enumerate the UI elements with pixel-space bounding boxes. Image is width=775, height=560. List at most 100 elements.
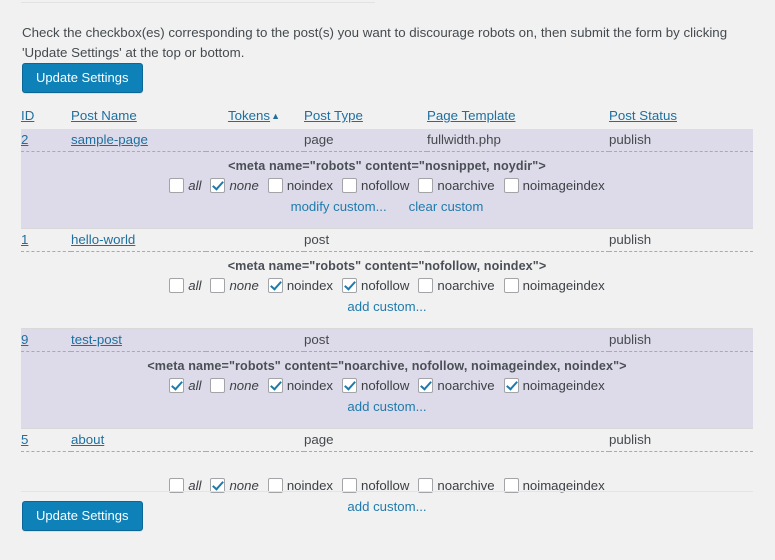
- post-id-link[interactable]: 9: [21, 332, 28, 347]
- checkbox-label-all: all: [188, 278, 202, 293]
- table-row: 5 about page publish: [21, 428, 753, 452]
- checkbox-noindex[interactable]: [267, 378, 283, 393]
- checkbox-label-noarchive: noarchive: [437, 178, 495, 193]
- token-noindex[interactable]: noindex: [267, 278, 334, 293]
- cell-page-template: [427, 228, 609, 252]
- custom-links-group: add custom...: [21, 393, 753, 414]
- checkbox-noimageindex[interactable]: [503, 378, 519, 393]
- top-divider: [21, 2, 375, 3]
- token-noindex[interactable]: noindex: [267, 178, 333, 193]
- checkbox-none[interactable]: [210, 278, 226, 293]
- token-noimageindex[interactable]: noimageindex: [503, 378, 605, 393]
- cell-post-type: post: [304, 328, 427, 352]
- checkbox-noarchive[interactable]: [418, 278, 434, 293]
- token-nofollow[interactable]: nofollow: [342, 278, 409, 293]
- token-all[interactable]: all: [169, 378, 201, 393]
- checkbox-label-all: all: [188, 378, 202, 393]
- robots-token-checkbox-group: all none noindex nofollow noarchive noimagein…: [21, 277, 753, 293]
- token-noimageindex[interactable]: noimageindex: [503, 178, 605, 193]
- token-noindex[interactable]: noindex: [267, 378, 333, 393]
- token-noarchive[interactable]: noarchive: [418, 178, 495, 193]
- sort-link-page-template[interactable]: Page Template: [427, 108, 515, 123]
- token-none[interactable]: none: [210, 278, 259, 293]
- token-all[interactable]: all: [169, 278, 201, 293]
- checkbox-noindex[interactable]: [267, 278, 283, 293]
- cell-post-status: publish: [609, 129, 753, 152]
- posts-table-header: ID Post Name Tokens▲ Post Type Page Temp…: [21, 105, 753, 129]
- sort-link-id[interactable]: ID: [21, 108, 34, 123]
- update-settings-bottom-wrap: Update Settings: [22, 501, 143, 531]
- checkbox-label-none: none: [229, 378, 259, 393]
- cell-post-status: publish: [609, 228, 753, 252]
- sort-link-post-name[interactable]: Post Name: [71, 108, 137, 123]
- token-none[interactable]: none: [210, 378, 259, 393]
- checkbox-noindex[interactable]: [267, 178, 283, 193]
- checkbox-none[interactable]: [210, 178, 226, 193]
- token-nofollow[interactable]: nofollow: [342, 378, 409, 393]
- table-row: 9 test-post post publish: [21, 328, 753, 352]
- checkbox-all[interactable]: [169, 378, 185, 393]
- update-settings-top-wrap: Update Settings: [22, 63, 143, 93]
- checkbox-label-noimageindex: noimageindex: [522, 278, 605, 293]
- checkbox-label-nofollow: nofollow: [361, 378, 410, 393]
- sort-link-post-status[interactable]: Post Status: [609, 108, 677, 123]
- bottom-divider: [21, 491, 753, 492]
- add-custom-link[interactable]: add custom...: [347, 499, 426, 514]
- cell-tokens: [206, 228, 304, 252]
- checkbox-noimageindex[interactable]: [503, 178, 519, 193]
- sort-link-post-type[interactable]: Post Type: [304, 108, 363, 123]
- add-custom-link[interactable]: add custom...: [347, 399, 426, 414]
- checkbox-nofollow[interactable]: [342, 278, 358, 293]
- checkbox-noarchive[interactable]: [418, 178, 434, 193]
- posts-table-body: 2 sample-page page fullwidth.php publish <met…: [21, 129, 753, 528]
- post-name-link[interactable]: about: [71, 432, 104, 447]
- posts-table: ID Post Name Tokens▲ Post Type Page Temp…: [21, 105, 753, 528]
- cell-id: 9: [21, 328, 71, 352]
- custom-links-group: add custom...: [21, 293, 753, 314]
- checkbox-nofollow[interactable]: [342, 178, 358, 193]
- checkbox-noimageindex[interactable]: [503, 278, 519, 293]
- token-none[interactable]: none: [210, 178, 259, 193]
- token-nofollow[interactable]: nofollow: [342, 178, 409, 193]
- post-name-link[interactable]: test-post: [71, 332, 122, 347]
- robots-settings-page: Check the checkbox(es) corresponding to …: [0, 0, 775, 560]
- checkbox-all[interactable]: [169, 278, 185, 293]
- intro-instructions: Check the checkbox(es) corresponding to …: [22, 25, 728, 61]
- update-settings-button-bottom[interactable]: Update Settings: [22, 501, 143, 531]
- col-header-post-type: Post Type: [304, 105, 427, 129]
- col-header-page-template: Page Template: [427, 105, 609, 129]
- cell-post-name: test-post: [71, 328, 206, 352]
- checkbox-none[interactable]: [210, 378, 226, 393]
- modify-custom-link[interactable]: modify custom...: [291, 199, 387, 214]
- add-custom-link[interactable]: add custom...: [347, 299, 426, 314]
- cell-tokens: [206, 129, 304, 152]
- post-id-link[interactable]: 1: [21, 232, 28, 247]
- checkbox-noarchive[interactable]: [418, 378, 434, 393]
- robots-token-checkbox-group: all none noindex nofollow noarchive noimagein…: [21, 177, 753, 193]
- checkbox-label-none: none: [229, 278, 259, 293]
- robots-meta-tag-preview: <meta name="robots" content="nosnippet, …: [228, 159, 546, 173]
- post-name-link[interactable]: hello-world: [71, 232, 135, 247]
- checkbox-label-nofollow: nofollow: [361, 178, 410, 193]
- token-all[interactable]: all: [169, 178, 201, 193]
- table-row: 1 hello-world post publish: [21, 228, 753, 252]
- cell-id: 2: [21, 129, 71, 152]
- post-id-link[interactable]: 5: [21, 432, 28, 447]
- token-noarchive[interactable]: noarchive: [418, 278, 495, 293]
- checkbox-nofollow[interactable]: [342, 378, 358, 393]
- post-id-link[interactable]: 2: [21, 132, 28, 147]
- cell-post-name: hello-world: [71, 228, 206, 252]
- clear-custom-link[interactable]: clear custom: [409, 199, 484, 214]
- table-row-detail: <meta name="robots" content="nosnippet, …: [21, 151, 753, 229]
- token-noimageindex[interactable]: noimageindex: [503, 278, 605, 293]
- cell-post-type: page: [304, 428, 427, 452]
- sort-link-tokens[interactable]: Tokens: [228, 108, 270, 123]
- update-settings-button-top[interactable]: Update Settings: [22, 63, 143, 93]
- checkbox-all[interactable]: [169, 178, 185, 193]
- cell-post-name: sample-page: [71, 129, 206, 152]
- checkbox-label-noindex: noindex: [286, 278, 334, 293]
- robots-detail-cell: <meta name="robots" content="nosnippet, …: [21, 151, 753, 229]
- post-name-link[interactable]: sample-page: [71, 132, 148, 147]
- table-row-detail: <meta name="robots" content="nofollow, n…: [21, 251, 753, 329]
- token-noarchive[interactable]: noarchive: [418, 378, 495, 393]
